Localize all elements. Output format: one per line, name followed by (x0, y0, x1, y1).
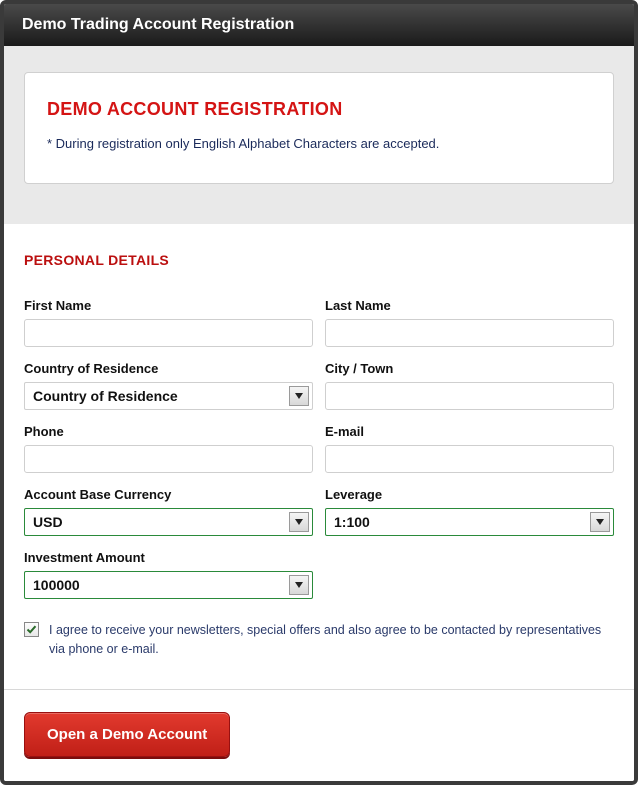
open-demo-account-button[interactable]: Open a Demo Account (24, 712, 230, 757)
investment-label: Investment Amount (24, 550, 313, 565)
leverage-value: 1:100 (334, 514, 370, 530)
email-input[interactable] (325, 445, 614, 473)
investment-select[interactable]: 100000 (24, 571, 313, 599)
investment-value: 100000 (33, 577, 80, 593)
header-box: DEMO ACCOUNT REGISTRATION * During regis… (24, 72, 614, 184)
last-name-label: Last Name (325, 298, 614, 313)
currency-select[interactable]: USD (24, 508, 313, 536)
consent-checkbox[interactable] (24, 622, 39, 637)
country-label: Country of Residence (24, 361, 313, 376)
first-name-label: First Name (24, 298, 313, 313)
consent-text: I agree to receive your newsletters, spe… (49, 621, 614, 659)
form-area: PERSONAL DETAILS First Name Last Name Co… (4, 224, 634, 689)
phone-label: Phone (24, 424, 313, 439)
chevron-down-icon (289, 512, 309, 532)
submit-label: Open a Demo Account (47, 726, 207, 743)
leverage-select[interactable]: 1:100 (325, 508, 614, 536)
last-name-input[interactable] (325, 319, 614, 347)
leverage-label: Leverage (325, 487, 614, 502)
header-note: * During registration only English Alpha… (47, 136, 591, 151)
currency-value: USD (33, 514, 63, 530)
country-select[interactable]: Country of Residence (24, 382, 313, 410)
currency-label: Account Base Currency (24, 487, 313, 502)
city-input[interactable] (325, 382, 614, 410)
header-area: DEMO ACCOUNT REGISTRATION * During regis… (4, 46, 634, 224)
chevron-down-icon (289, 575, 309, 595)
section-title: PERSONAL DETAILS (24, 252, 614, 268)
email-label: E-mail (325, 424, 614, 439)
chevron-down-icon (289, 386, 309, 406)
country-value: Country of Residence (33, 388, 178, 404)
city-label: City / Town (325, 361, 614, 376)
window-title: Demo Trading Account Registration (22, 16, 294, 33)
header-title: DEMO ACCOUNT REGISTRATION (47, 99, 591, 120)
first-name-input[interactable] (24, 319, 313, 347)
registration-window: Demo Trading Account Registration DEMO A… (0, 0, 638, 785)
phone-input[interactable] (24, 445, 313, 473)
window-titlebar: Demo Trading Account Registration (4, 4, 634, 46)
footer-area: Open a Demo Account (4, 689, 634, 781)
chevron-down-icon (590, 512, 610, 532)
